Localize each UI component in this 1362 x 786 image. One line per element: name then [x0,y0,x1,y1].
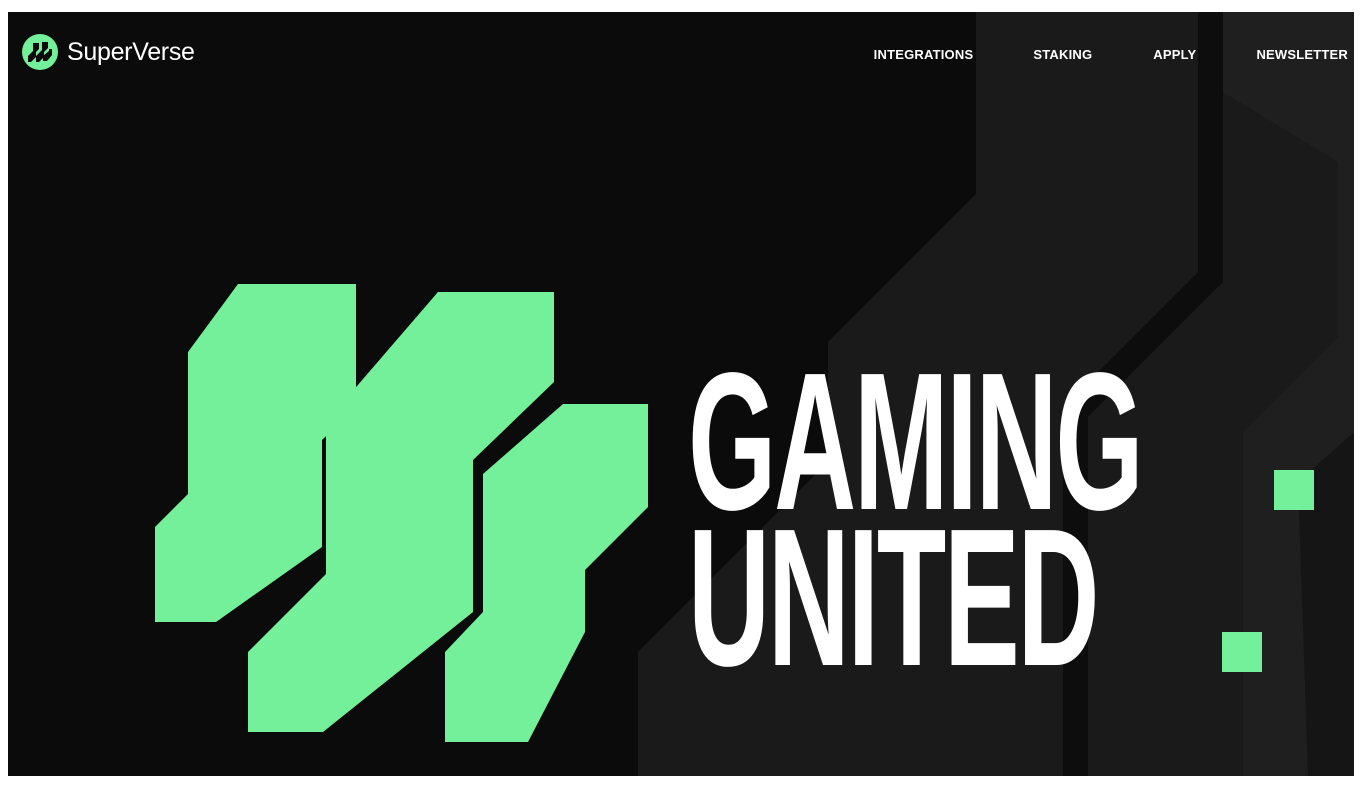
headline-word-united: UNITED [688,488,1100,707]
accent-dot-2 [1222,632,1262,672]
mark-bar-left [155,284,356,622]
accent-dot-1 [1274,470,1314,510]
hero-section: SuperVerse INTEGRATIONS STAKING APPLY NE… [8,12,1354,776]
page: SuperVerse INTEGRATIONS STAKING APPLY NE… [0,0,1362,786]
hero-headline: GAMING UNITED [688,344,1354,707]
